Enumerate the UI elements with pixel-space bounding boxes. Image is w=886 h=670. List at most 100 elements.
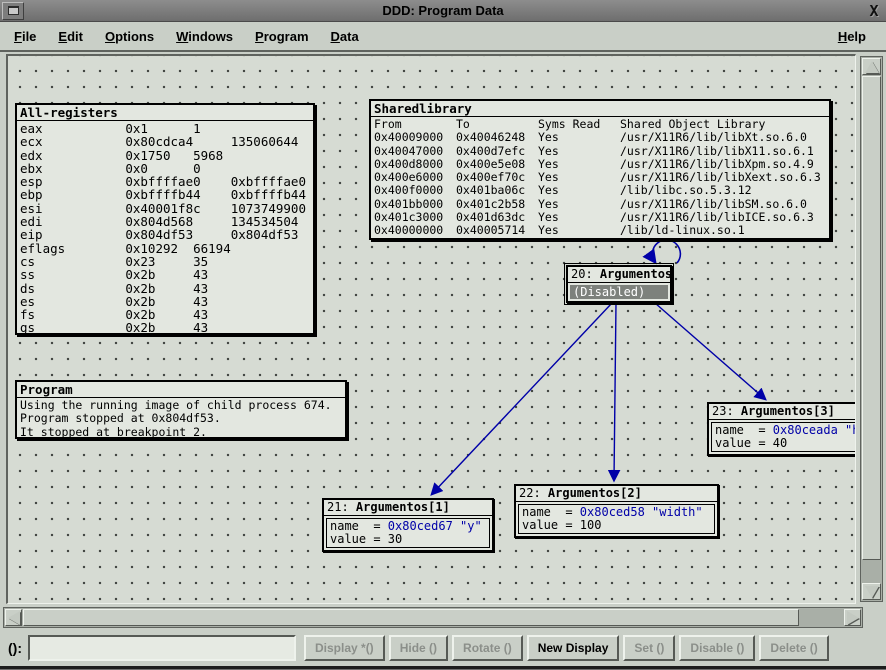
new-display-button[interactable]: New Display <box>527 635 620 661</box>
member-name: value = <box>330 532 388 546</box>
program-line: Program stopped at 0x804df53. <box>20 412 342 425</box>
member-row: value = 40 <box>715 437 856 450</box>
cell: Yes <box>538 131 620 144</box>
column-header: Shared Object Library <box>620 118 826 131</box>
menu-windows[interactable]: Windows <box>168 26 241 47</box>
node-title: 22: Argumentos[2] <box>516 486 717 502</box>
cell: Yes <box>538 224 620 237</box>
cell: 0x400d8000 <box>374 158 456 171</box>
delete-button[interactable]: Delete () <box>759 635 828 661</box>
program-line: It stopped at breakpoint 2. <box>20 426 342 439</box>
cell: 0x401c3000 <box>374 211 456 224</box>
register-row: eflags 0x10292 66194 <box>20 242 310 255</box>
self-loop-arrow <box>652 240 680 263</box>
cell: /usr/X11R6/lib/libICE.so.6.3 <box>620 211 826 224</box>
sharedlibrary-display[interactable]: Sharedlibrary FromToSyms ReadShared Obje… <box>369 99 831 240</box>
window-title: DDD: Program Data <box>0 3 886 18</box>
register-row: ds 0x2b 43 <box>20 282 310 295</box>
column-header: To <box>456 118 538 131</box>
column-header: Syms Read <box>538 118 620 131</box>
ddd-window: { "window": { "title": "DDD: Program Dat… <box>0 0 886 670</box>
argument-input[interactable] <box>28 635 296 661</box>
rotate-button[interactable]: Rotate () <box>452 635 523 661</box>
cell: /usr/X11R6/lib/libX11.so.6.1 <box>620 145 826 158</box>
menu-help[interactable]: Help <box>830 26 874 47</box>
cell: 0x401bb000 <box>374 198 456 211</box>
register-row: eip 0x804df53 0x804df53 <box>20 228 310 241</box>
disable-button[interactable]: Disable () <box>679 635 755 661</box>
member-name: value = <box>715 436 773 450</box>
menu-options[interactable]: Options <box>97 26 162 47</box>
member-name: name = <box>522 505 580 519</box>
cell: 0x400d7efc <box>456 145 538 158</box>
cell: /usr/X11R6/lib/libSM.so.6.0 <box>620 198 826 211</box>
register-row: ebp 0xbffffb44 0xbffffb44 <box>20 188 310 201</box>
member-value: 40 <box>773 436 787 450</box>
menu-edit[interactable]: Edit <box>50 26 91 47</box>
member-name: value = <box>522 518 580 532</box>
program-status-display[interactable]: Program Using the running image of child… <box>15 380 347 439</box>
display-button[interactable]: Display *() <box>304 635 385 661</box>
member-value: 30 <box>388 532 402 546</box>
cell: 0x40047000 <box>374 145 456 158</box>
data-display-canvas[interactable]: All-registers eax 0x1 1ecx 0x80cdca4 135… <box>6 54 856 604</box>
member-row: value = 100 <box>522 519 711 532</box>
register-row: ss 0x2b 43 <box>20 268 310 281</box>
scroll-up-icon[interactable] <box>862 58 881 75</box>
all-registers-display[interactable]: All-registers eax 0x1 1ecx 0x80cdca4 135… <box>15 103 315 335</box>
column-header: From <box>374 118 456 131</box>
register-row: cs 0x23 35 <box>20 255 310 268</box>
node-title: 20: Argumentos <box>568 267 670 283</box>
node-disabled-badge: (Disabled) <box>570 285 668 299</box>
horizontal-scrollbar[interactable] <box>3 607 863 628</box>
close-icon[interactable]: X <box>864 2 884 20</box>
cell: 0x40046248 <box>456 131 538 144</box>
window-menu-icon[interactable] <box>2 2 24 20</box>
cell: Yes <box>538 171 620 184</box>
sharedlibrary-row: 0x400f00000x401ba06cYes/lib/libc.so.5.3.… <box>374 184 826 197</box>
scroll-left-icon[interactable] <box>5 609 22 626</box>
hide-button[interactable]: Hide () <box>389 635 448 661</box>
scroll-down-icon[interactable] <box>862 583 881 600</box>
arrow-20-23 <box>655 303 765 399</box>
display-node-22-argumentos-2[interactable]: 22: Argumentos[2] name = 0x80ced58 "widt… <box>514 484 719 538</box>
vertical-scrollbar[interactable] <box>860 56 883 602</box>
cell: /lib/libc.so.5.3.12 <box>620 184 826 197</box>
cell: 0x400e5e08 <box>456 158 538 171</box>
cell: 0x400e6000 <box>374 171 456 184</box>
menu-file[interactable]: File <box>6 26 44 47</box>
sharedlibrary-row: 0x400e60000x400ef70cYes/usr/X11R6/lib/li… <box>374 171 826 184</box>
set-button[interactable]: Set () <box>623 635 675 661</box>
program-line: Using the running image of child process… <box>20 399 342 412</box>
register-row: ecx 0x80cdca4 135060644 <box>20 135 310 148</box>
cell: /usr/X11R6/lib/libXpm.so.4.9 <box>620 158 826 171</box>
horizontal-scrollbar-thumb[interactable] <box>23 609 799 626</box>
sharedlibrary-rows: FromToSyms ReadShared Object Library0x40… <box>371 117 829 239</box>
toolbar-buttons: Display *()Hide ()Rotate ()New DisplaySe… <box>304 635 833 661</box>
display-node-20-argumentos[interactable]: 20: Argumentos (Disabled) <box>566 265 672 303</box>
sharedlibrary-header-row: FromToSyms ReadShared Object Library <box>374 118 826 131</box>
argument-toolbar: (): Display *()Hide ()Rotate ()New Displ… <box>0 630 886 666</box>
sharedlibrary-row: 0x400470000x400d7efcYes/usr/X11R6/lib/li… <box>374 145 826 158</box>
titlebar[interactable]: DDD: Program Data X <box>0 0 886 22</box>
menu-data[interactable]: Data <box>323 26 367 47</box>
display-node-23-argumentos-3[interactable]: 23: Argumentos[3] name = 0x80ceada "hval… <box>707 402 856 456</box>
member-value: 0x80ceada "h <box>773 423 856 437</box>
register-row: ebx 0x0 0 <box>20 162 310 175</box>
display-node-21-argumentos-1[interactable]: 21: Argumentos[1] name = 0x80ced67 "y"va… <box>322 498 494 552</box>
sharedlibrary-row: 0x401c30000x401d63dcYes/usr/X11R6/lib/li… <box>374 211 826 224</box>
window-bottom-edge <box>0 666 886 670</box>
scroll-right-icon[interactable] <box>844 609 861 626</box>
register-row: eax 0x1 1 <box>20 122 310 135</box>
node-members: name = 0x80ced67 "y"value = 30 <box>326 518 490 548</box>
menu-program[interactable]: Program <box>247 26 316 47</box>
member-name: name = <box>330 519 388 533</box>
sharedlibrary-row: 0x400000000x40005714Yes/lib/ld-linux.so.… <box>374 224 826 237</box>
member-value: 0x80ced58 "width" <box>580 505 703 519</box>
register-row: fs 0x2b 43 <box>20 308 310 321</box>
sharedlibrary-title: Sharedlibrary <box>371 101 829 117</box>
arrow-20-21 <box>432 303 612 494</box>
register-row: gs 0x2b 43 <box>20 321 310 334</box>
node-members: name = 0x80ced58 "width"value = 100 <box>518 504 715 534</box>
vertical-scrollbar-thumb[interactable] <box>862 76 881 560</box>
